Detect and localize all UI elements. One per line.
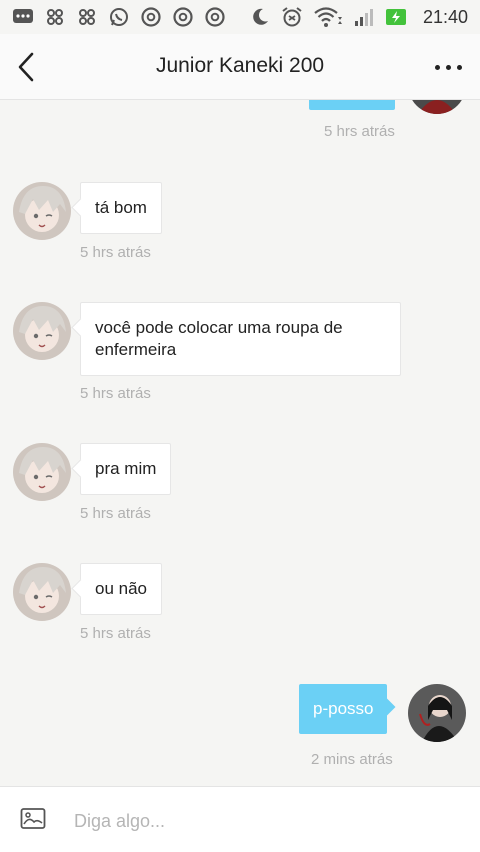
- message-timestamp: 2 mins atrás: [311, 751, 393, 768]
- message-timestamp: 5 hrs atrás: [80, 505, 151, 522]
- notification-icons: [12, 6, 226, 28]
- dot-icon: [456, 64, 462, 70]
- contact-avatar[interactable]: [13, 563, 71, 621]
- chrome-icon: [172, 6, 194, 28]
- page-title: Junior Kaneki 200: [155, 54, 325, 77]
- attach-image-button[interactable]: [20, 807, 46, 831]
- message-timestamp: 5 hrs atrás: [80, 244, 151, 261]
- chrome-icon: [140, 6, 162, 28]
- dot-icon: [445, 64, 451, 70]
- contact-avatar[interactable]: [13, 182, 71, 240]
- message-icon: [12, 6, 34, 28]
- wifi-icon: [313, 6, 343, 28]
- incoming-message[interactable]: pra mim: [80, 443, 172, 495]
- incoming-message[interactable]: tá bom: [80, 182, 162, 234]
- own-avatar[interactable]: [408, 100, 466, 114]
- chrome-icon: [204, 6, 226, 28]
- message-text: pra mim: [95, 459, 157, 478]
- app-icon: [44, 6, 66, 28]
- message-list[interactable]: 5 hrs atrás tá bom 5 hrs atrás você pode…: [0, 100, 480, 786]
- signal-icon: [353, 6, 375, 28]
- chat-header: Junior Kaneki 200: [0, 34, 480, 100]
- own-avatar[interactable]: [408, 684, 466, 742]
- outgoing-message[interactable]: p-posso: [299, 684, 388, 734]
- image-icon: [20, 808, 46, 829]
- message-timestamp: 5 hrs atrás: [80, 625, 151, 642]
- system-icons: 21:40: [249, 6, 468, 28]
- message-text: você pode colocar uma roupa de enfermeir…: [95, 318, 343, 359]
- more-options-button[interactable]: [432, 56, 464, 78]
- contact-avatar[interactable]: [13, 302, 71, 360]
- message-text: tá bom: [95, 198, 147, 217]
- message-text: ou não: [95, 579, 147, 598]
- moon-icon: [249, 6, 271, 28]
- status-bar: 21:40: [0, 0, 480, 34]
- clock: 21:40: [422, 6, 468, 27]
- message-timestamp: 5 hrs atrás: [324, 123, 395, 140]
- message-timestamp: 5 hrs atrás: [80, 385, 151, 402]
- alarm-icon: [281, 6, 303, 28]
- battery-icon: [385, 6, 407, 28]
- incoming-message[interactable]: ou não: [80, 563, 162, 615]
- contact-avatar[interactable]: [13, 443, 71, 501]
- message-composer: [0, 786, 480, 852]
- incoming-message[interactable]: você pode colocar uma roupa de enfermeir…: [80, 302, 401, 376]
- dot-icon: [434, 64, 440, 70]
- whatsapp-icon: [108, 6, 130, 28]
- message-input[interactable]: [74, 807, 454, 835]
- app-icon: [76, 6, 98, 28]
- message-text: p-posso: [313, 699, 374, 718]
- outgoing-message[interactable]: [309, 100, 395, 110]
